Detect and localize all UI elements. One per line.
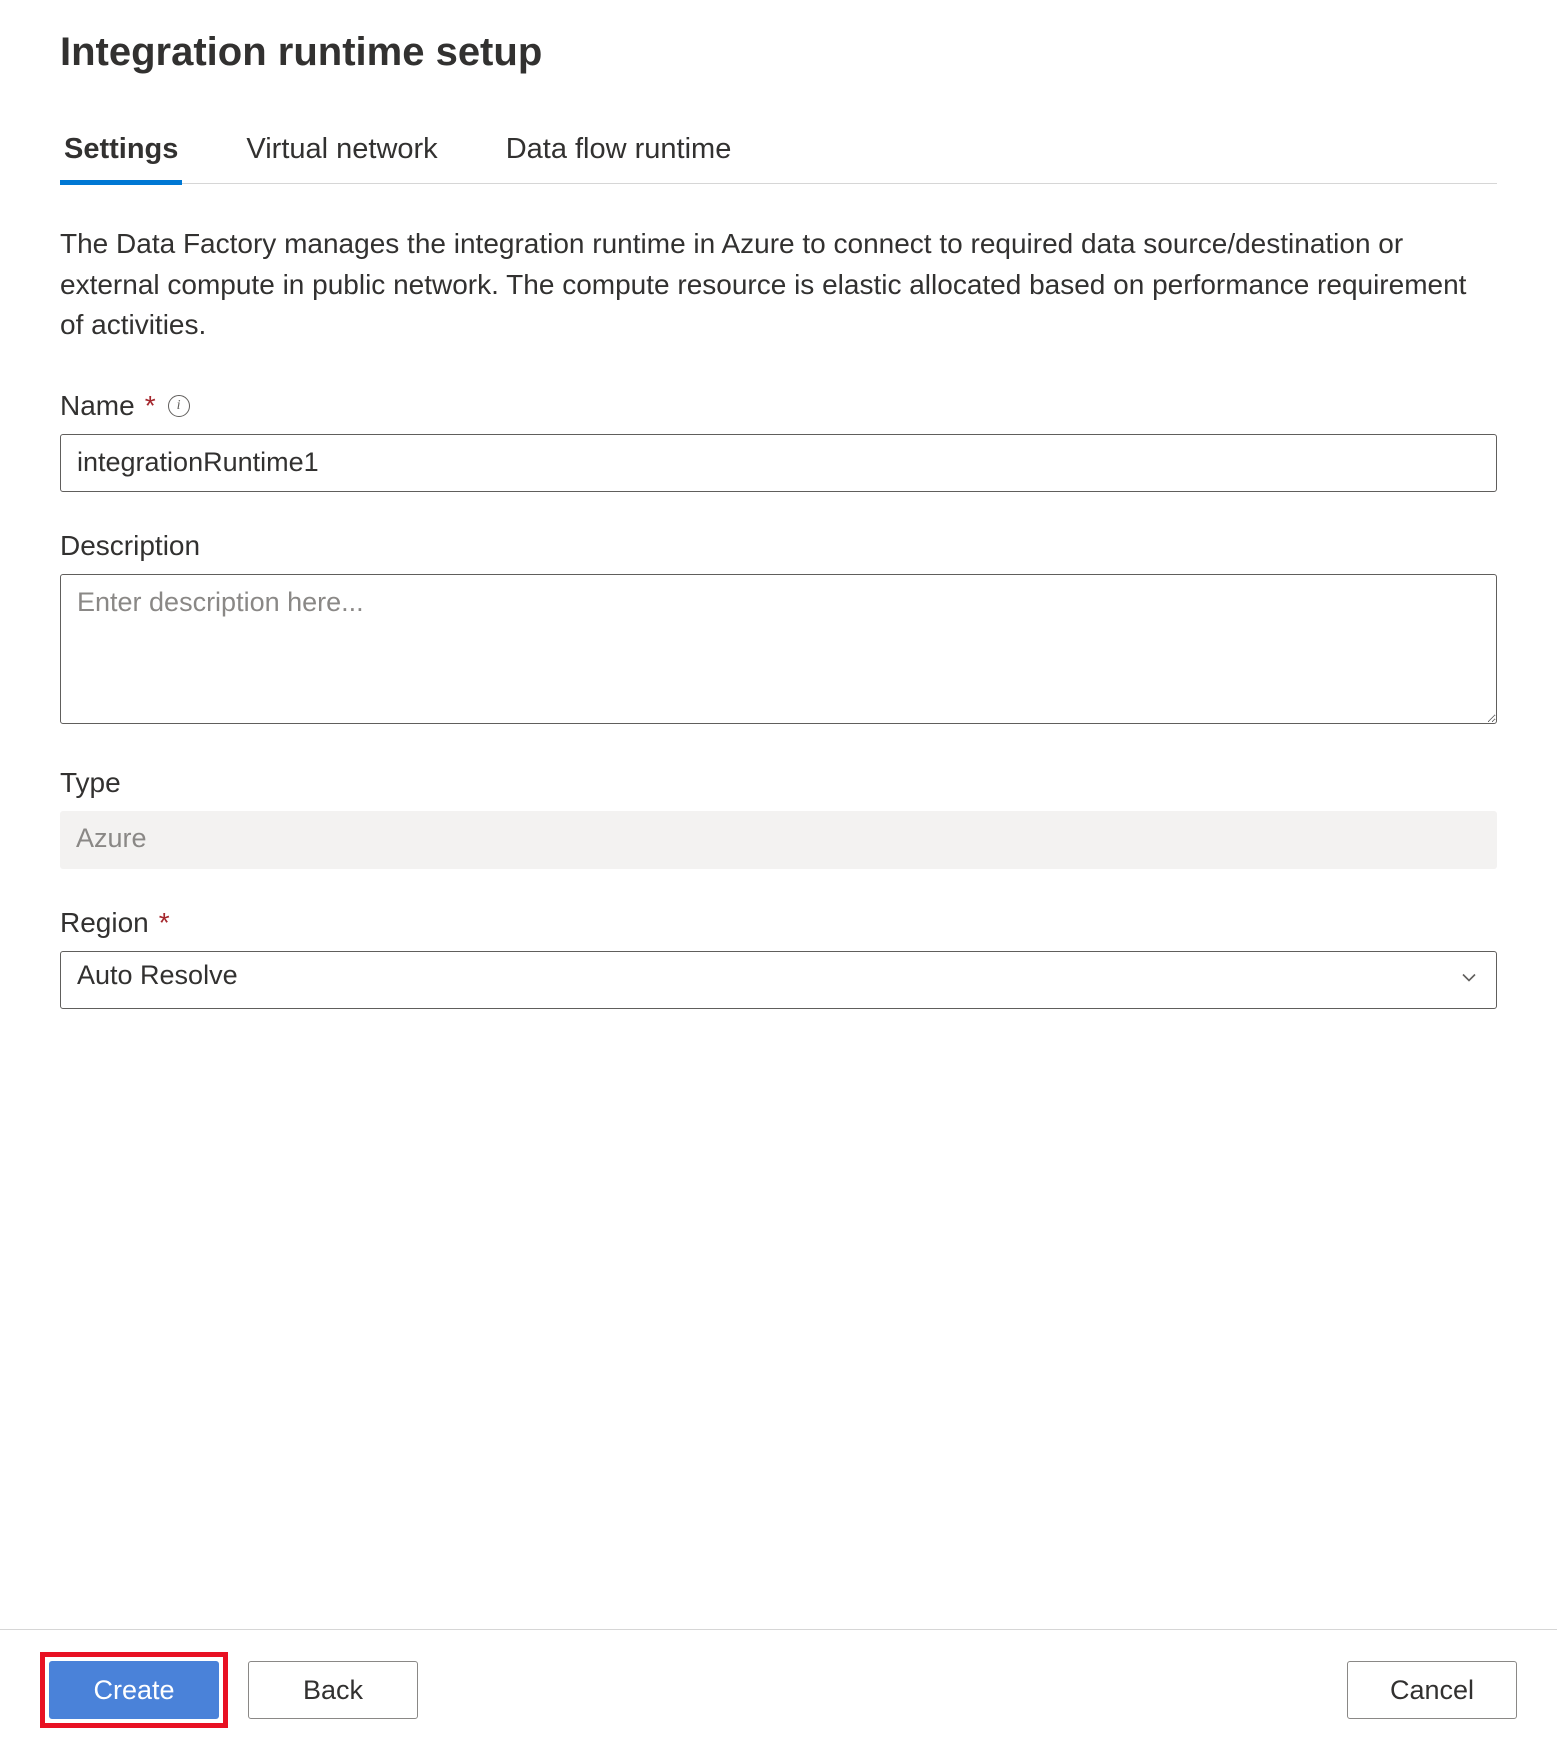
required-asterisk-icon: * — [145, 390, 156, 422]
create-highlight: Create — [40, 1652, 228, 1728]
description-label: Description — [60, 530, 200, 562]
tab-settings[interactable]: Settings — [60, 125, 182, 185]
name-label-row: Name * i — [60, 390, 1497, 422]
form-group-description: Description — [60, 530, 1497, 729]
tabs: Settings Virtual network Data flow runti… — [60, 125, 1497, 184]
required-asterisk-icon: * — [159, 907, 170, 939]
description-label-row: Description — [60, 530, 1497, 562]
create-button[interactable]: Create — [49, 1661, 219, 1719]
type-label: Type — [60, 767, 121, 799]
form-group-region: Region * Auto Resolve — [60, 907, 1497, 1009]
name-label: Name — [60, 390, 135, 422]
info-icon[interactable]: i — [168, 395, 190, 417]
region-label-row: Region * — [60, 907, 1497, 939]
form-group-type: Type Azure — [60, 767, 1497, 869]
back-button[interactable]: Back — [248, 1661, 418, 1719]
region-select[interactable]: Auto Resolve — [60, 951, 1497, 1009]
page-title: Integration runtime setup — [60, 30, 1497, 75]
content-area: Integration runtime setup Settings Virtu… — [0, 0, 1557, 1629]
type-label-row: Type — [60, 767, 1497, 799]
tab-virtual-network[interactable]: Virtual network — [242, 125, 441, 185]
footer: Create Back Cancel — [0, 1629, 1557, 1750]
cancel-button[interactable]: Cancel — [1347, 1661, 1517, 1719]
description-input[interactable] — [60, 574, 1497, 724]
tab-data-flow-runtime[interactable]: Data flow runtime — [502, 125, 736, 185]
type-field: Azure — [60, 811, 1497, 869]
name-input[interactable] — [60, 434, 1497, 492]
region-label: Region — [60, 907, 149, 939]
intro-text: The Data Factory manages the integration… — [60, 224, 1497, 346]
region-select-wrapper: Auto Resolve — [60, 951, 1497, 1009]
form-group-name: Name * i — [60, 390, 1497, 492]
